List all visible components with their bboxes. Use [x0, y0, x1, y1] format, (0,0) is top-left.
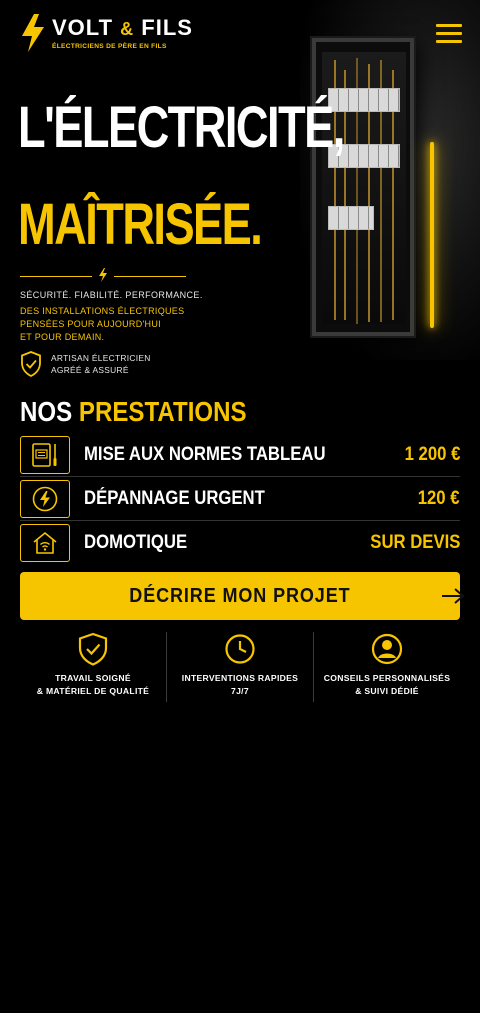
- menu-line-icon: [436, 40, 462, 43]
- service-item-emergency-repair[interactable]: DÉPANNAGE URGENT 120 €: [20, 479, 460, 519]
- service-name: MISE AUX NORMES TABLEAU: [84, 444, 326, 465]
- clock-icon: [225, 634, 255, 664]
- brand-logo[interactable]: VOLT & FILS ÉLECTRICIENS DE PÈRE EN FILS: [52, 16, 193, 51]
- hero-description-line: ET POUR DEMAIN.: [20, 332, 105, 342]
- arrow-right-icon: [442, 588, 465, 604]
- service-price: 1 200 €: [404, 444, 460, 465]
- lightning-bolt-icon: [32, 486, 58, 512]
- cta-label: DÉCRIRE MON PROJET: [129, 584, 351, 607]
- electrical-panel-icon: [32, 443, 57, 467]
- service-name: DÉPANNAGE URGENT: [84, 488, 265, 509]
- services-title-part1: NOS: [20, 396, 73, 427]
- certification-line: AGRÉÉ & ASSURÉ: [51, 365, 129, 375]
- brand-name: VOLT & FILS: [52, 16, 193, 41]
- smart-home-icon: [33, 531, 57, 554]
- service-divider: [20, 476, 460, 477]
- shield-check-icon: [78, 632, 108, 666]
- service-divider: [20, 520, 460, 521]
- feature-text-line: INTERVENTIONS RAPIDES: [181, 673, 299, 683]
- features-row: TRAVAIL SOIGNÉ & MATÉRIEL DE QUALITÉ INT…: [20, 632, 460, 702]
- hamburger-menu-button[interactable]: [436, 24, 462, 44]
- user-icon: [371, 633, 403, 665]
- site-header: VOLT & FILS ÉLECTRICIENS DE PÈRE EN FILS: [20, 14, 193, 52]
- feature-quality: TRAVAIL SOIGNÉ & MATÉRIEL DE QUALITÉ: [20, 632, 166, 702]
- menu-line-icon: [436, 32, 462, 35]
- service-icon-box: [20, 436, 70, 474]
- feature-fast-interventions: INTERVENTIONS RAPIDES 7J/7: [166, 632, 313, 702]
- service-price: SUR DEVIS: [369, 532, 460, 553]
- services-title-part2: PRESTATIONS: [78, 396, 247, 427]
- divider-bolt-icon: [99, 268, 107, 282]
- service-icon-box: [20, 524, 70, 562]
- brand-name-part2: FILS: [141, 15, 193, 40]
- shield-check-icon: [21, 351, 41, 377]
- feature-text-line: & SUIVI DÉDIÉ: [355, 686, 419, 696]
- menu-line-icon: [436, 24, 462, 27]
- bolt-logo-icon: [22, 14, 44, 52]
- service-name: DOMOTIQUE: [84, 532, 188, 553]
- feature-text-line: 7J/7: [231, 686, 249, 696]
- service-item-panel-upgrade[interactable]: MISE AUX NORMES TABLEAU 1 200 €: [20, 435, 460, 475]
- service-item-home-automation[interactable]: DOMOTIQUE SUR DEVIS: [20, 523, 460, 563]
- hero-divider: [20, 268, 186, 282]
- service-icon-box: [20, 480, 70, 518]
- describe-project-button[interactable]: DÉCRIRE MON PROJET: [20, 572, 465, 620]
- feature-personalized-advice: CONSEILS PERSONNALISÉS & SUIVI DÉDIÉ: [313, 632, 460, 702]
- hero-description-line: DES INSTALLATIONS ÉLECTRIQUES: [20, 306, 185, 316]
- hero-electrical-panel-image: [300, 0, 480, 360]
- service-price: 120 €: [418, 488, 460, 509]
- hero-tagline: SÉCURITÉ. FIABILITÉ. PERFORMANCE.: [20, 290, 203, 300]
- certification-line: ARTISAN ÉLECTRICIEN: [51, 353, 151, 363]
- feature-text-line: CONSEILS PERSONNALISÉS: [323, 673, 451, 683]
- certification-badge: ARTISAN ÉLECTRICIEN AGRÉÉ & ASSURÉ: [20, 351, 151, 377]
- brand-tagline: ÉLECTRICIENS DE PÈRE EN FILS: [52, 43, 167, 50]
- brand-name-part1: VOLT: [52, 15, 114, 40]
- brand-name-ampersand: &: [120, 19, 135, 39]
- hero-title-line2: MAÎTRISÉE.: [18, 192, 263, 257]
- hero-description: DES INSTALLATIONS ÉLECTRIQUES PENSÉES PO…: [20, 305, 184, 344]
- hero-description-line: PENSÉES POUR AUJOURD'HUI: [20, 319, 161, 329]
- services-title: NOS PRESTATIONS: [20, 396, 247, 428]
- feature-text-line: TRAVAIL SOIGNÉ: [55, 673, 131, 683]
- hero-title-line1: L'ÉLECTRICITÉ,: [18, 95, 345, 160]
- feature-text-line: & MATÉRIEL DE QUALITÉ: [36, 686, 150, 696]
